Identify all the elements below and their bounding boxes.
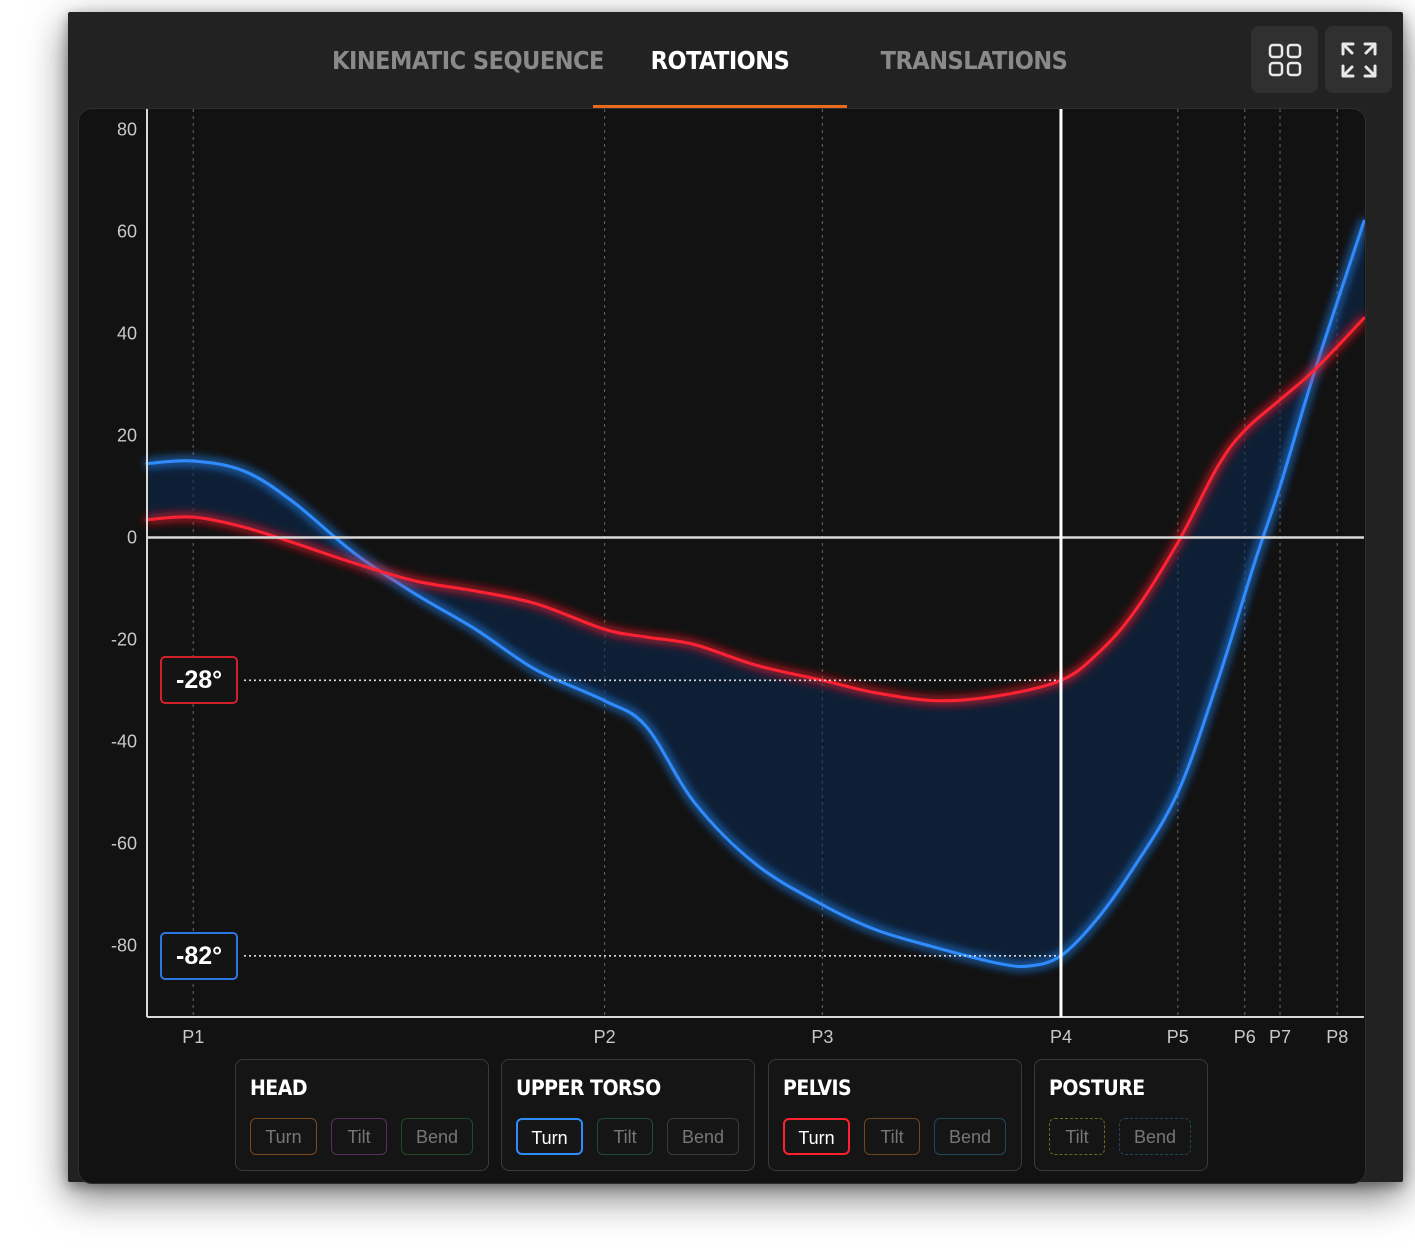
expand-icon	[1341, 42, 1376, 77]
x-tick-label: P8	[1326, 1027, 1348, 1047]
rotations-window: KINEMATIC SEQUENCE ROTATIONS TRANSLATION…	[68, 12, 1403, 1184]
grid-view-button[interactable]	[1251, 26, 1318, 93]
x-tick-label: P4	[1050, 1027, 1072, 1047]
y-tick-label: -80	[111, 936, 137, 956]
legend-group-pelvis: PELVIS Turn Tilt Bend	[768, 1059, 1022, 1171]
legend-group-head: HEAD Turn Tilt Bend	[235, 1059, 489, 1171]
legend-toggle-bend[interactable]: Bend	[667, 1118, 739, 1155]
x-tick-label: P2	[594, 1027, 616, 1047]
pelvis-min-value-tag: -28°	[160, 656, 239, 705]
y-tick-label: 40	[117, 323, 137, 343]
legend-toggle-tilt[interactable]: Tilt	[1049, 1118, 1105, 1155]
legend-group-posture: POSTURE Tilt Bend	[1034, 1059, 1208, 1171]
tab-bar: KINEMATIC SEQUENCE ROTATIONS TRANSLATION…	[68, 12, 1403, 108]
y-tick-label: 80	[117, 119, 137, 139]
legend-toggle-turn[interactable]: Turn	[250, 1118, 317, 1155]
legend-toggle-turn[interactable]: Turn	[516, 1118, 583, 1155]
x-tick-label: P6	[1234, 1027, 1256, 1047]
legend-toggle-bend[interactable]: Bend	[401, 1118, 473, 1155]
legend-group-title: HEAD	[250, 1076, 308, 1100]
y-tick-label: 0	[127, 527, 137, 547]
rotation-chart[interactable]: P1 P2 P3 P4 P5 P6 P7 P8 80 60 40 20 0 -20 -40 -60 -80	[79, 109, 1365, 1183]
tab-kinematic-sequence[interactable]: KINEMATIC SEQUENCE	[330, 12, 606, 108]
y-tick-label: 60	[117, 221, 137, 241]
legend-group-title: POSTURE	[1049, 1076, 1145, 1100]
torso-min-value-tag: -82°	[160, 931, 239, 980]
grid-icon	[1268, 43, 1301, 76]
torso-pelvis-separation-area	[147, 221, 1364, 966]
y-tick-label: -40	[111, 732, 137, 752]
legend-group-upper-torso: UPPER TORSO Turn Tilt Bend	[501, 1059, 755, 1171]
legend-toggle-bend[interactable]: Bend	[934, 1118, 1006, 1155]
legend-group-title: PELVIS	[783, 1076, 852, 1100]
legend-toggle-bend[interactable]: Bend	[1119, 1118, 1191, 1155]
x-tick-label: P1	[182, 1027, 204, 1047]
legend-toggle-turn[interactable]: Turn	[783, 1118, 850, 1155]
x-tick-label: P5	[1167, 1027, 1189, 1047]
chart-panel: P1 P2 P3 P4 P5 P6 P7 P8 80 60 40 20 0 -20 -40 -60 -80 -2…	[78, 108, 1366, 1184]
legend-group-title: UPPER TORSO	[516, 1076, 661, 1100]
x-tick-label: P3	[811, 1027, 833, 1047]
fullscreen-button[interactable]	[1325, 26, 1392, 93]
tab-rotations[interactable]: ROTATIONS	[593, 12, 847, 108]
y-tick-label: 20	[117, 425, 137, 445]
legend-toggle-tilt[interactable]: Tilt	[864, 1118, 920, 1155]
y-tick-label: -60	[111, 834, 137, 854]
tab-translations[interactable]: TRANSLATIONS	[868, 12, 1080, 108]
legend-toggle-tilt[interactable]: Tilt	[331, 1118, 387, 1155]
legend-toggle-tilt[interactable]: Tilt	[597, 1118, 653, 1155]
y-tick-label: -20	[111, 630, 137, 650]
x-tick-label: P7	[1269, 1027, 1291, 1047]
